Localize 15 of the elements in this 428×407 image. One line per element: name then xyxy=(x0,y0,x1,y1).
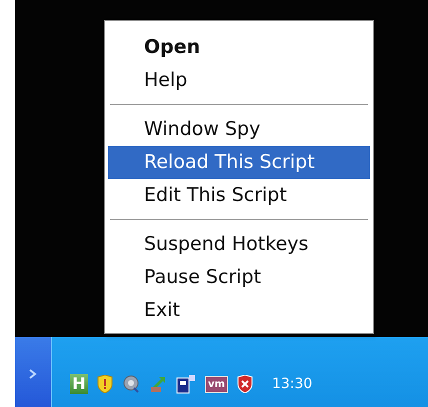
disc-icon[interactable] xyxy=(122,375,140,393)
menu-item[interactable]: Help xyxy=(108,64,370,97)
chevron-icon[interactable] xyxy=(29,369,37,379)
menu-item[interactable]: Suspend Hotkeys xyxy=(108,228,370,261)
warning-shield-icon[interactable] xyxy=(97,375,113,393)
menu-item[interactable]: Exit xyxy=(108,294,370,327)
badge-icon[interactable]: vm xyxy=(205,376,228,392)
window-icon[interactable] xyxy=(176,374,196,394)
cross-shield-icon[interactable] xyxy=(236,375,253,393)
clock: 13:30 xyxy=(272,376,312,392)
menu-item[interactable]: Window Spy xyxy=(108,113,370,146)
menu-item[interactable]: Open xyxy=(108,31,370,64)
menu-item[interactable]: Edit This Script xyxy=(108,179,370,212)
menu-item[interactable]: Pause Script xyxy=(108,261,370,294)
menu-item[interactable]: Reload This Script xyxy=(108,146,370,179)
